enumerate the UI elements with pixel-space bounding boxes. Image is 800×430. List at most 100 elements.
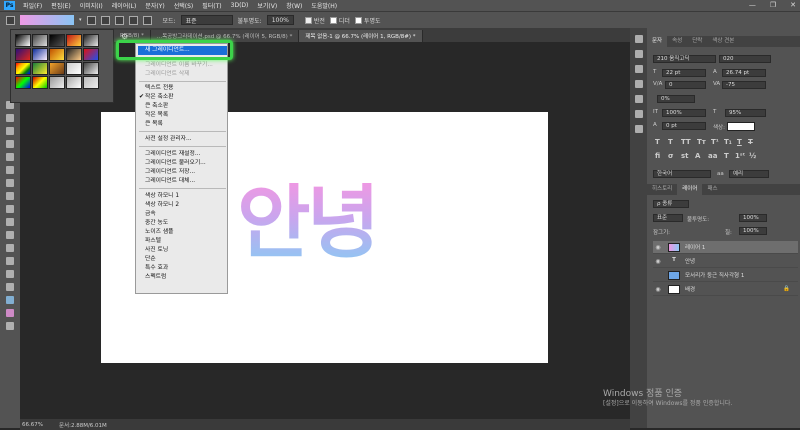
menu-item-color-harmonies-1[interactable]: 색상 하모니 1 <box>145 192 179 200</box>
tsume-input[interactable]: 0% <box>657 95 695 103</box>
horizontal-scale-input[interactable]: 95% <box>725 109 766 117</box>
paragraph-panel-icon[interactable] <box>634 80 643 88</box>
opacity-input[interactable]: 100% <box>266 15 294 25</box>
gradient-preset-swatch[interactable] <box>66 76 82 89</box>
menu-view[interactable]: 보기(V) <box>257 1 277 10</box>
gradient-preset-swatch[interactable] <box>83 48 99 61</box>
foreground-color-icon[interactable] <box>6 296 14 304</box>
font-size-input[interactable]: 22 pt <box>662 69 706 77</box>
eye-icon[interactable]: ◉ <box>653 244 663 251</box>
opentype-swash-icon[interactable]: A <box>695 152 700 160</box>
zoom-level[interactable]: 66.67% <box>22 422 43 428</box>
layer-row[interactable]: ◉ 레이어 1 <box>653 241 798 254</box>
radial-gradient-icon[interactable] <box>100 15 110 25</box>
menu-item-metals[interactable]: 금속 <box>145 210 156 218</box>
canvas-text[interactable]: 안녕 <box>237 183 380 263</box>
gradient-preset-swatch[interactable] <box>49 76 65 89</box>
gradient-preset-swatch[interactable] <box>66 62 82 75</box>
gradient-preset-swatch[interactable] <box>49 62 65 75</box>
gradient-preset-swatch[interactable] <box>66 34 82 47</box>
menu-item-simple[interactable]: 단순 <box>145 255 156 263</box>
antialias-select[interactable]: 예리 <box>729 170 769 178</box>
menu-item-noise-samples[interactable]: 노이즈 샘플 <box>145 228 174 236</box>
menu-item-load-gradients[interactable]: 그레이디언트 불러오기... <box>145 159 206 167</box>
text-color-swatch[interactable] <box>727 122 755 131</box>
gradient-preset-swatch[interactable] <box>49 34 65 47</box>
zoom-tool-icon[interactable] <box>6 283 14 291</box>
menu-item-reset-gradients[interactable]: 그레이디언트 재설정... <box>145 150 200 158</box>
eye-icon[interactable]: ◉ <box>653 286 663 293</box>
gradient-tool-icon[interactable] <box>6 15 15 25</box>
menu-image[interactable]: 이미지(I) <box>80 1 103 10</box>
layer-row[interactable]: ◉ T 안녕 <box>653 255 798 268</box>
font-weight-select[interactable]: 020 <box>719 55 771 63</box>
menu-item-delete-gradient[interactable]: 그레이디언트 삭제 <box>145 70 190 78</box>
tab-document-3[interactable]: 제목 없음-1 @ 66.7% (레이어 1, RGB/8#) * <box>299 30 423 42</box>
lasso-tool-icon[interactable] <box>6 127 14 135</box>
gradient-preset-swatch[interactable] <box>83 34 99 47</box>
menu-item-neutral-density[interactable]: 중간 농도 <box>145 219 168 227</box>
tab-character[interactable]: 문자 <box>647 36 668 47</box>
gradient-preset-swatch[interactable] <box>15 62 31 75</box>
opentype-contextual-icon[interactable]: σ <box>668 152 673 160</box>
minimize-button[interactable]: — <box>749 1 756 9</box>
tab-layers[interactable]: 레이어 <box>677 184 703 195</box>
properties-panel-icon[interactable] <box>634 125 643 133</box>
swatches-panel-icon[interactable] <box>634 95 643 103</box>
faux-bold-icon[interactable]: T <box>655 138 660 146</box>
menu-item-replace-gradients[interactable]: 그레이디언트 대체... <box>145 177 195 185</box>
gradient-preset-swatch[interactable] <box>32 34 48 47</box>
menu-item-text-only[interactable]: 텍스트 전용 <box>145 84 174 92</box>
gradient-preset-swatch[interactable] <box>66 48 82 61</box>
opentype-titling-icon[interactable]: T <box>724 152 729 160</box>
menu-item-spectrums[interactable]: 스펙트럼 <box>145 273 166 281</box>
strikethrough-icon[interactable]: T <box>748 138 753 146</box>
opentype-stylistic-icon[interactable]: aa <box>708 152 717 160</box>
gradient-preset-swatch[interactable] <box>83 62 99 75</box>
gradient-preset-swatch[interactable] <box>32 62 48 75</box>
brush-tool-icon[interactable] <box>6 166 14 174</box>
underline-icon[interactable]: T <box>737 138 742 146</box>
type-tool-icon[interactable] <box>6 218 14 226</box>
eraser-tool-icon[interactable] <box>6 179 14 187</box>
faux-italic-icon[interactable]: T <box>668 138 673 146</box>
reverse-checkbox[interactable]: 반전 <box>304 16 325 25</box>
character-panel-icon[interactable] <box>634 65 643 73</box>
gradient-preset-swatch[interactable] <box>15 48 31 61</box>
menu-item-pastels[interactable]: 파스텔 <box>145 237 161 245</box>
menu-item-large-list[interactable]: 큰 목록 <box>145 120 163 128</box>
history-panel-icon[interactable] <box>634 35 643 43</box>
quick-mask-icon[interactable] <box>6 322 14 330</box>
leading-input[interactable]: 26.74 pt <box>722 69 766 77</box>
gradient-preset-swatch[interactable] <box>15 34 31 47</box>
dodge-tool-icon[interactable] <box>6 205 14 213</box>
mode-select[interactable]: 표준 <box>180 15 233 25</box>
menu-select[interactable]: 선택(S) <box>174 1 194 10</box>
dither-checkbox[interactable]: 디더 <box>329 16 350 25</box>
maximize-button[interactable]: ❐ <box>770 1 776 9</box>
angle-gradient-icon[interactable] <box>114 15 124 25</box>
layer-row[interactable]: 모서리가 둥근 직사각형 1 <box>653 269 798 282</box>
opentype-ordinals-icon[interactable]: 1ˢᵗ <box>735 152 745 160</box>
menu-type[interactable]: 문자(Y) <box>145 1 164 10</box>
gradient-tool-icon[interactable] <box>6 192 14 200</box>
menu-item-photographic-toning[interactable]: 사진 토닝 <box>145 246 168 254</box>
menu-layer[interactable]: 레이어(L) <box>112 1 137 10</box>
baseline-input[interactable]: 0 pt <box>662 122 706 130</box>
opentype-discretionary-icon[interactable]: st <box>681 152 689 160</box>
color-panel-icon[interactable] <box>634 110 643 118</box>
menu-item-small-thumbnail[interactable]: 작은 축소판 <box>145 93 174 101</box>
path-select-tool-icon[interactable] <box>6 244 14 252</box>
background-color-icon[interactable] <box>6 309 14 317</box>
pen-tool-icon[interactable] <box>6 231 14 239</box>
opentype-fractions-icon[interactable]: ½ <box>749 152 756 160</box>
transparency-checkbox[interactable]: 투명도 <box>354 16 381 25</box>
menu-edit[interactable]: 편집(E) <box>51 1 71 10</box>
blend-mode-select[interactable]: 표준 <box>653 214 683 222</box>
eye-icon[interactable]: ◉ <box>653 258 663 265</box>
menu-help[interactable]: 도움말(H) <box>311 1 337 10</box>
menu-3d[interactable]: 3D(D) <box>231 2 249 9</box>
fill-input[interactable]: 100% <box>739 227 767 235</box>
gradient-swatch[interactable] <box>20 15 74 25</box>
linear-gradient-icon[interactable] <box>86 15 96 25</box>
